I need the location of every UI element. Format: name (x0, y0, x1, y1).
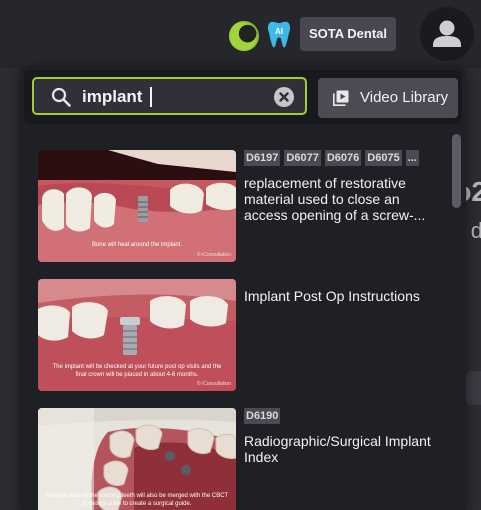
code-badge: D6197 (244, 150, 281, 166)
background-subtitle-fragment: d (470, 218, 481, 243)
thumbnail-credit: © iConsultation (197, 380, 231, 387)
user-avatar[interactable] (420, 7, 474, 61)
text-caret (150, 87, 152, 107)
background-button-fragment (466, 371, 481, 405)
code-badge: D6075 (365, 150, 402, 166)
video-library-button[interactable]: Video Library (318, 78, 458, 118)
result-item[interactable]: Bone will heal around the implant. © iCo… (20, 150, 440, 262)
result-thumbnail[interactable]: The implant will be checked at your futu… (38, 279, 236, 391)
thumbnail-caption: The implant will be checked at your futu… (52, 364, 222, 378)
search-results-list: Bone will heal around the implant. © iCo… (20, 130, 466, 510)
thumbnail-caption: A digital scan of the existing teeth wil… (45, 493, 229, 507)
search-dropdown: Video Library (20, 66, 466, 510)
procedure-codes: D6190 (244, 408, 284, 424)
result-title[interactable]: Implant Post Op Instructions (244, 288, 440, 304)
code-badge: D6077 (284, 150, 321, 166)
thumbnail-caption: Bone will heal around the implant. (92, 242, 182, 248)
search-box[interactable] (32, 77, 307, 115)
clear-search-button[interactable] (274, 87, 294, 107)
clear-icon (279, 92, 289, 102)
search-input[interactable] (82, 87, 252, 107)
more-codes-badge[interactable]: ... (405, 150, 419, 166)
user-icon (433, 20, 461, 47)
video-library-label: Video Library (360, 89, 449, 106)
top-header: AI SOTA Dental (0, 0, 481, 68)
result-title[interactable]: replacement of restorative material used… (244, 175, 440, 223)
result-item[interactable]: The implant will be checked at your futu… (20, 279, 440, 391)
procedure-codes: D6197 D6077 D6076 D6075... (244, 150, 423, 166)
result-thumbnail[interactable]: A digital scan of the existing teeth wil… (38, 408, 236, 510)
results-scrollbar[interactable] (452, 134, 461, 208)
practice-button[interactable]: SOTA Dental (300, 17, 396, 51)
result-title[interactable]: Radiographic/Surgical Implant Index (244, 433, 440, 465)
ai-badge: AI (275, 27, 283, 36)
code-badge: D6190 (244, 408, 281, 424)
thumbnail-credit: © iConsultation (197, 251, 231, 258)
tooth-ai-icon[interactable]: AI (267, 19, 291, 49)
video-library-icon (333, 90, 349, 106)
search-icon (51, 87, 71, 107)
app-logo-icon[interactable] (229, 21, 259, 51)
result-item[interactable]: A digital scan of the existing teeth wil… (20, 408, 440, 510)
result-thumbnail[interactable]: Bone will heal around the implant. © iCo… (38, 150, 236, 262)
code-badge: D6076 (324, 150, 362, 166)
search-panel: Video Library (24, 70, 462, 124)
